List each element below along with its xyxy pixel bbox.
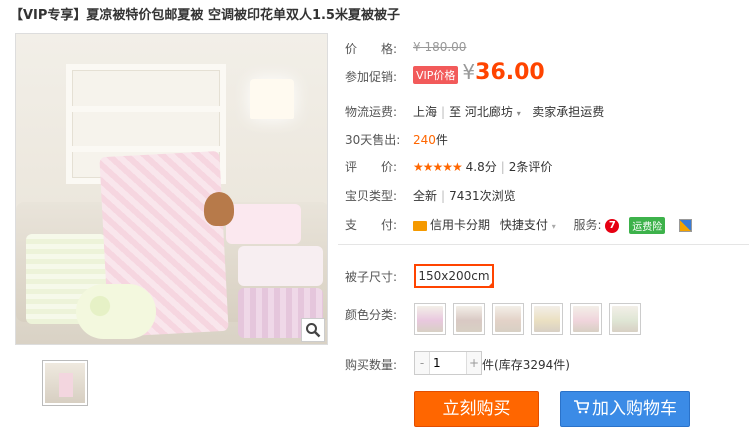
- seven-day-return-icon[interactable]: 7: [605, 218, 620, 233]
- ship-to-city: 河北廊坊: [464, 105, 513, 119]
- color-label: 颜色分类:: [345, 308, 398, 322]
- chevron-down-icon: ▾: [516, 109, 521, 118]
- guarantee-icon[interactable]: [679, 219, 693, 232]
- product-title: 【VIP专享】夏凉被特价包邮夏被 空调被印花单双人1.5米夏被被子: [10, 8, 400, 23]
- shipping-row: 物流运费: 上海 | 至 河北廊坊 ▾ 卖家承担运费: [345, 105, 605, 119]
- product-photo: [16, 34, 327, 344]
- sales-count: 240: [413, 133, 436, 147]
- item-type-row: 宝贝类型: 全新 | 7431次浏览: [345, 189, 516, 203]
- color-row: 颜色分类:: [345, 306, 397, 323]
- stock-count: (库存3294件): [494, 358, 570, 372]
- installment-link[interactable]: 信用卡分期: [430, 218, 490, 232]
- product-thumbnail[interactable]: [42, 360, 88, 406]
- ship-to-selector[interactable]: 河北廊坊 ▾: [465, 105, 521, 119]
- color-swatch[interactable]: [609, 303, 641, 335]
- color-swatch[interactable]: [414, 303, 446, 335]
- rating-score: 4.8分: [465, 160, 497, 174]
- shipping-note: 卖家承担运费: [532, 105, 605, 119]
- current-price: 36.00: [475, 60, 545, 85]
- payment-row: 支 付: 信用卡分期 快捷支付 ▾ 服务: 7 运费险: [345, 216, 693, 234]
- swatch-image: [456, 306, 482, 332]
- quantity-label: 购买数量:: [345, 358, 398, 372]
- swatch-image: [573, 306, 599, 332]
- color-swatch[interactable]: [453, 303, 485, 335]
- promo-label: 参加促销:: [345, 70, 398, 84]
- quantity-row: 购买数量:: [345, 356, 397, 373]
- add-to-cart-button[interactable]: 加入购物车: [560, 391, 690, 427]
- sales-row: 30天售出: 240件: [345, 131, 448, 148]
- color-swatch[interactable]: [570, 303, 602, 335]
- chevron-down-icon: ▾: [551, 222, 556, 231]
- magnifier-icon[interactable]: [301, 318, 325, 342]
- freight-insurance-badge[interactable]: 运费险: [629, 217, 666, 234]
- sales-label: 30天售出:: [345, 133, 401, 147]
- swatch-image: [417, 306, 443, 332]
- quantity-decrease-button[interactable]: -: [415, 352, 429, 374]
- quantity-increase-button[interactable]: +: [467, 352, 481, 374]
- size-label: 被子尺寸:: [345, 270, 398, 284]
- quantity-unit: 件: [482, 358, 495, 372]
- payment-label: 支 付:: [345, 218, 398, 232]
- price-label: 价 格:: [345, 42, 398, 56]
- cart-icon: [573, 392, 590, 426]
- quick-pay-link[interactable]: 快捷支付: [500, 218, 548, 232]
- rating-row: 评 价: ★★★★★ 4.8分 | 2条评价: [345, 160, 553, 174]
- original-price: ¥ 180.00: [413, 40, 467, 54]
- promo-price-row: 参加促销: VIP价格 ¥36.00: [345, 60, 545, 85]
- item-condition: 全新: [413, 189, 438, 203]
- swatch-image: [534, 306, 560, 332]
- vip-price-badge: VIP价格: [413, 66, 459, 84]
- color-swatch[interactable]: [492, 303, 524, 335]
- ship-to-prefix: 至: [449, 105, 462, 119]
- add-to-cart-label: 加入购物车: [592, 399, 677, 419]
- shipping-label: 物流运费:: [345, 105, 398, 119]
- swatch-image: [612, 306, 638, 332]
- section-divider: [338, 244, 749, 245]
- rating-stars-icon: ★★★★★: [413, 160, 463, 174]
- sales-unit: 件: [435, 133, 448, 147]
- swatch-image: [495, 306, 521, 332]
- view-count: 7431次浏览: [449, 189, 516, 203]
- quantity-input[interactable]: [429, 352, 467, 374]
- color-swatches: [414, 303, 641, 335]
- quantity-stepper: - +: [414, 351, 482, 375]
- ship-from: 上海: [413, 105, 438, 119]
- color-swatch[interactable]: [531, 303, 563, 335]
- buy-now-button[interactable]: 立刻购买: [414, 391, 539, 427]
- product-main-image[interactable]: [15, 33, 328, 345]
- stock-info: 件(库存3294件): [482, 356, 570, 373]
- credit-card-icon: [413, 220, 427, 231]
- service-label: 服务:: [573, 218, 602, 232]
- size-option-selected[interactable]: 150x200cm: [414, 264, 494, 288]
- original-price-row: 价 格: ¥ 180.00: [345, 40, 466, 57]
- item-type-label: 宝贝类型:: [345, 189, 398, 203]
- currency-symbol: ¥: [462, 60, 476, 84]
- rating-label: 评 价:: [345, 160, 398, 174]
- size-row: 被子尺寸:: [345, 268, 397, 285]
- reviews-link[interactable]: 2条评价: [509, 160, 553, 174]
